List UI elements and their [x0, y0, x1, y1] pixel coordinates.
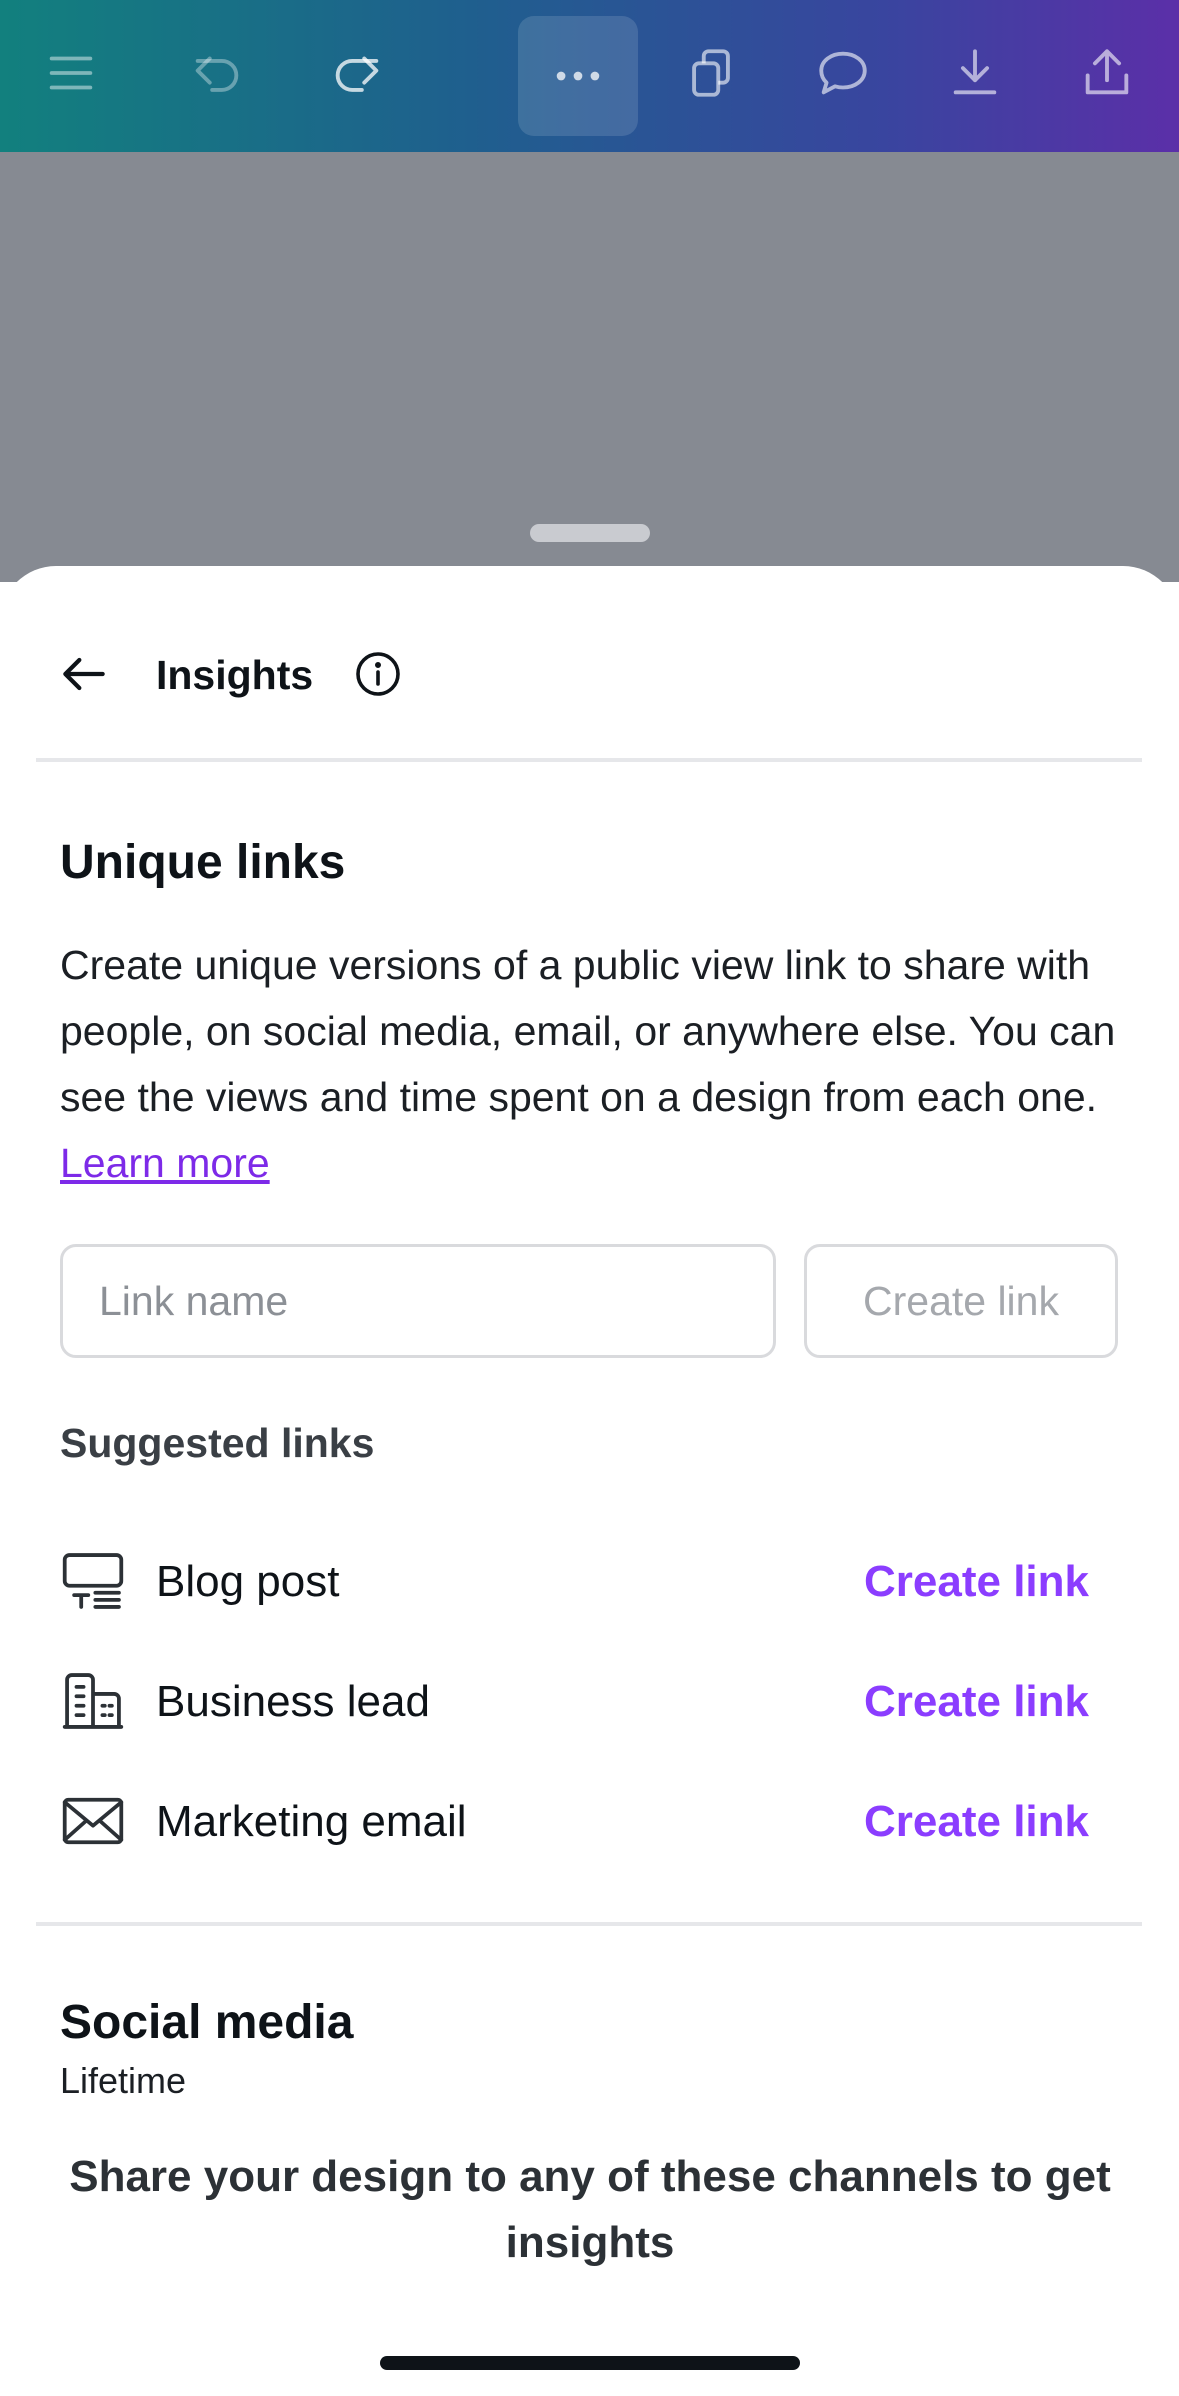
description-text: Create unique versions of a public view … — [60, 942, 1116, 1120]
suggested-link-label: Blog post — [156, 1557, 340, 1606]
redo-icon[interactable] — [312, 28, 402, 118]
more-icon[interactable] — [518, 16, 638, 136]
top-toolbar — [0, 0, 1179, 152]
comment-icon[interactable] — [798, 28, 888, 118]
info-icon[interactable] — [354, 650, 402, 698]
sheet-header: Insights — [0, 566, 1179, 762]
sheet-drag-handle[interactable] — [530, 524, 650, 542]
billboard-icon — [62, 1553, 124, 1609]
section-divider — [36, 1922, 1142, 1926]
social-media-period: Lifetime — [60, 2060, 187, 2101]
share-icon[interactable] — [1062, 28, 1152, 118]
download-icon[interactable] — [930, 28, 1020, 118]
suggested-link-label: Marketing email — [156, 1797, 467, 1846]
suggested-link-row: Blog post Create link — [0, 1536, 1179, 1626]
envelope-icon — [62, 1797, 124, 1845]
suggested-link-row: Business lead Create link — [0, 1656, 1179, 1746]
unique-links-description: Create unique versions of a public view … — [60, 932, 1120, 1196]
social-media-title: Social media — [60, 1996, 354, 2049]
home-indicator — [380, 2356, 800, 2370]
link-name-input[interactable] — [60, 1244, 776, 1358]
learn-more-link[interactable]: Learn more — [60, 1140, 270, 1186]
header-divider — [36, 758, 1142, 762]
menu-icon[interactable] — [26, 28, 116, 118]
canvas-backdrop[interactable] — [0, 152, 1179, 582]
suggested-link-row: Marketing email Create link — [0, 1776, 1179, 1866]
suggested-links-title: Suggested links — [60, 1420, 375, 1466]
create-link-marketing-email[interactable]: Create link — [864, 1796, 1089, 1848]
unique-links-title: Unique links — [60, 836, 346, 889]
create-link-business-lead[interactable]: Create link — [864, 1676, 1089, 1728]
building-icon — [62, 1673, 124, 1729]
insights-sheet: Insights Unique links Create unique vers… — [0, 566, 1179, 2396]
pages-icon[interactable] — [666, 28, 756, 118]
create-link-blog-post[interactable]: Create link — [864, 1556, 1089, 1608]
back-arrow-icon[interactable] — [56, 646, 112, 702]
create-link-button[interactable]: Create link — [804, 1244, 1118, 1358]
undo-icon[interactable] — [172, 28, 262, 118]
suggested-link-label: Business lead — [156, 1677, 430, 1726]
social-media-message: Share your design to any of these channe… — [69, 2152, 1111, 2267]
page-title: Insights — [156, 652, 314, 698]
